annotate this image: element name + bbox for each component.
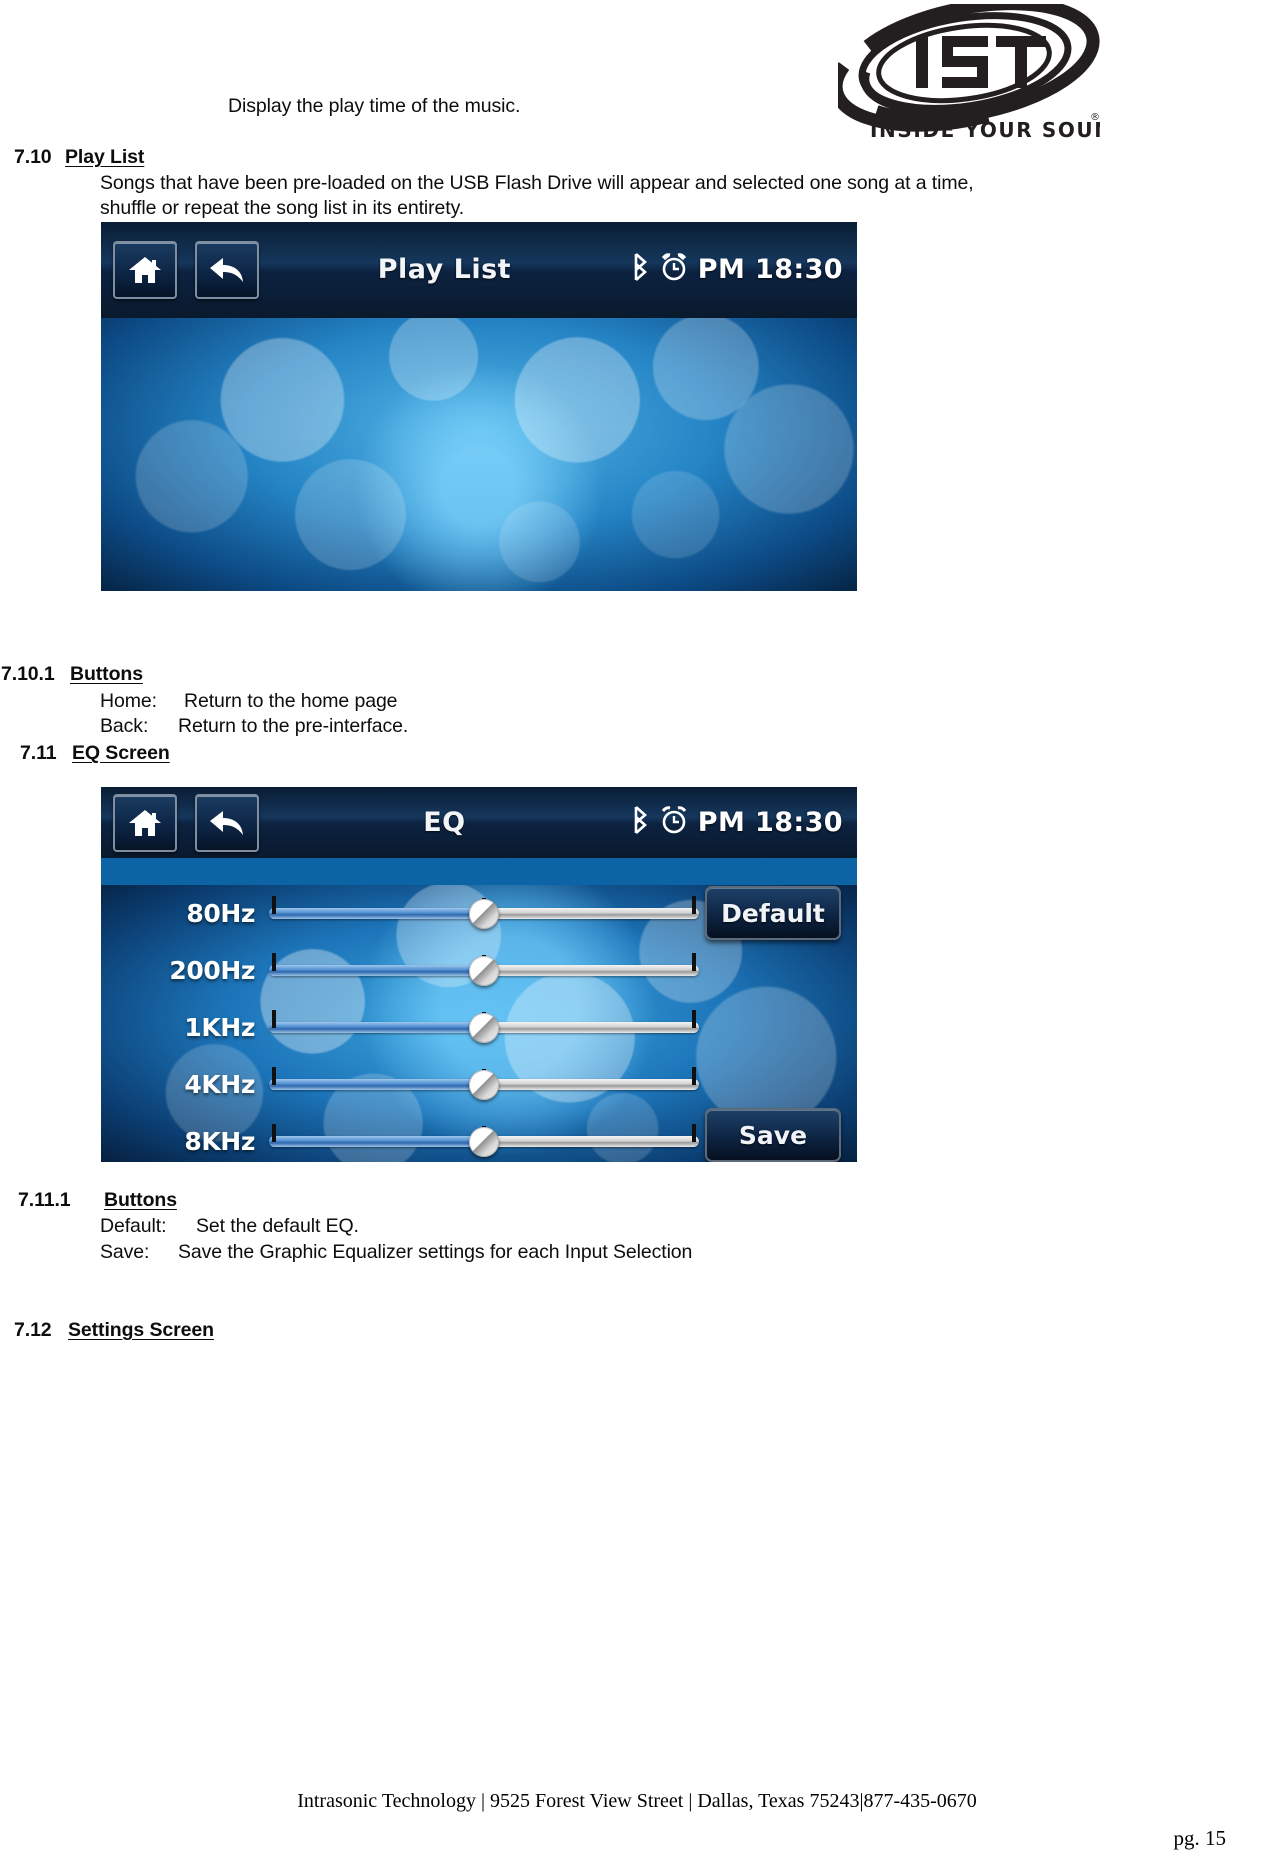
bluetooth-icon	[630, 252, 650, 287]
back-button[interactable]	[195, 793, 259, 852]
section-7-12-number: 7.12	[14, 1319, 52, 1341]
eq-band-label: 80Hz	[186, 898, 255, 928]
home-icon	[128, 255, 162, 285]
eq-tick-left	[272, 1067, 276, 1086]
eq-tick-left	[272, 953, 276, 972]
eq-tick-left	[272, 1010, 276, 1029]
alarm-clock-icon	[659, 252, 689, 287]
playlist-screenshot: Play List PM 18:30	[101, 222, 857, 591]
home-row-desc: Return to the home page	[184, 690, 398, 712]
section-7-11-1-title: Buttons	[104, 1189, 177, 1211]
eq-tick-right	[692, 1067, 696, 1086]
playlist-wallpaper	[101, 317, 857, 591]
eq-band-slider[interactable]	[269, 1124, 699, 1158]
eq-band-slider[interactable]	[269, 1067, 699, 1101]
back-button[interactable]	[195, 240, 259, 299]
eq-band-label: 8KHz	[184, 1126, 255, 1156]
playlist-status-area: PM 18:30	[630, 252, 857, 287]
eq-status-area: PM 18:30	[630, 805, 857, 840]
save-button[interactable]: Save	[705, 1108, 841, 1162]
eq-thumb[interactable]	[469, 956, 499, 987]
section-7-11-1-number: 7.11.1	[18, 1189, 71, 1211]
eq-tick-right	[692, 896, 696, 915]
registered-mark: ®	[1090, 112, 1100, 123]
ist-logo: INSIDE YOUR SOUND ®	[838, 4, 1100, 144]
eq-topbar: EQ PM 18:30	[101, 787, 857, 859]
intro-line: Display the play time of the music.	[228, 95, 521, 117]
eq-thumb[interactable]	[469, 1070, 499, 1101]
eq-title: EQ	[423, 807, 466, 839]
save-row-label: Save:	[100, 1241, 150, 1263]
section-7-10-1-number: 7.10.1	[1, 663, 55, 685]
eq-fill	[269, 1022, 484, 1034]
footer-company-line: Intrasonic Technology | 9525 Forest View…	[297, 1790, 977, 1812]
eq-band-row: 4KHz	[101, 1061, 857, 1107]
eq-band-slider[interactable]	[269, 1010, 699, 1044]
playlist-clock: PM 18:30	[697, 254, 843, 286]
eq-clock: PM 18:30	[697, 807, 843, 839]
eq-fill	[269, 908, 484, 920]
bluetooth-icon	[630, 805, 650, 840]
eq-thumb[interactable]	[469, 1127, 499, 1158]
eq-slider-panel: 80Hz 200Hz 1KHz 4KHz 8KHz Default Save	[101, 858, 857, 1162]
home-row-label: Home:	[100, 690, 157, 712]
default-row-desc: Set the default EQ.	[196, 1215, 359, 1237]
back-arrow-icon	[209, 808, 245, 838]
eq-fill	[269, 965, 484, 977]
home-button[interactable]	[113, 793, 177, 852]
eq-tick-left	[272, 1124, 276, 1143]
eq-fill	[269, 1136, 484, 1148]
section-7-10-title: Play List	[65, 146, 145, 168]
playlist-title: Play List	[377, 254, 512, 286]
save-row-desc: Save the Graphic Equalizer settings for …	[178, 1241, 693, 1263]
eq-thumb[interactable]	[469, 1013, 499, 1044]
back-arrow-icon	[209, 255, 245, 285]
alarm-clock-icon	[659, 805, 689, 840]
eq-band-label: 4KHz	[184, 1069, 255, 1099]
section-7-10-paragraph-line2: shuffle or repeat the song list in its e…	[100, 197, 465, 219]
eq-band-row: 200Hz	[101, 947, 857, 993]
eq-screenshot: EQ PM 18:30 80Hz 200Hz 1KHz 4KHz 8KHz De…	[101, 787, 857, 1162]
section-7-10-1-title: Buttons	[70, 663, 143, 685]
section-7-12-title: Settings Screen	[68, 1319, 214, 1341]
section-7-11-number: 7.11	[20, 742, 57, 764]
section-7-10-paragraph-line1: Songs that have been pre-loaded on the U…	[100, 172, 974, 194]
home-button[interactable]	[113, 240, 177, 299]
eq-tick-left	[272, 896, 276, 915]
default-button[interactable]: Default	[705, 886, 841, 941]
section-7-10-number: 7.10	[14, 146, 52, 168]
eq-band-slider[interactable]	[269, 953, 699, 987]
playlist-topbar: Play List PM 18:30	[101, 222, 857, 318]
home-icon	[128, 808, 162, 838]
back-row-label: Back:	[100, 715, 149, 737]
back-row-desc: Return to the pre-interface.	[178, 715, 409, 737]
eq-band-slider[interactable]	[269, 896, 699, 930]
eq-thumb[interactable]	[469, 899, 499, 930]
default-row-label: Default:	[100, 1215, 167, 1237]
section-7-11-title: EQ Screen	[72, 742, 170, 764]
eq-tick-right	[692, 1010, 696, 1029]
page-number: pg. 15	[1173, 1826, 1227, 1850]
eq-fill	[269, 1079, 484, 1091]
eq-band-label: 200Hz	[169, 955, 255, 985]
eq-tick-right	[692, 1124, 696, 1143]
logo-tagline: INSIDE YOUR SOUND	[870, 118, 1100, 142]
eq-band-row: 1KHz	[101, 1004, 857, 1050]
eq-tick-right	[692, 953, 696, 972]
eq-band-label: 1KHz	[184, 1012, 255, 1042]
